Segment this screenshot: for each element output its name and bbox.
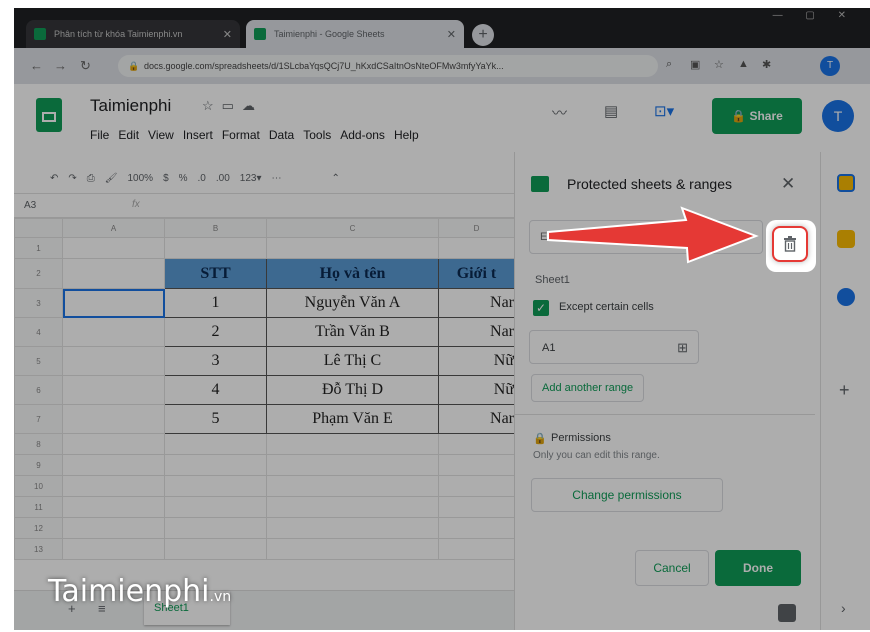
watermark-brand: Taimienphi [48,574,210,609]
annotation-arrow [547,206,759,264]
taimienphi-watermark: Taimienphi.vn [48,574,231,609]
watermark-suffix: .vn [209,589,232,605]
screenshot-frame: Phân tích từ khóa Taimienphi.vn ✕ Taimie… [14,8,870,630]
